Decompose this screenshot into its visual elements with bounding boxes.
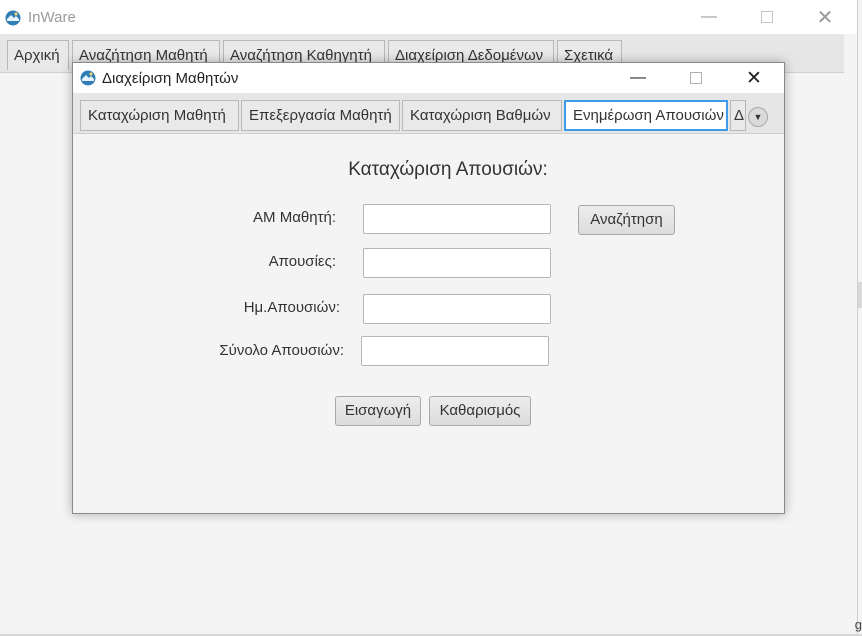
absence-date-label: Ημ.Απουσιών: xyxy=(243,299,340,316)
tab-home[interactable]: Αρχική xyxy=(7,40,69,70)
edge-text-fragment: g xyxy=(854,617,862,632)
total-absences-field[interactable] xyxy=(361,336,549,366)
total-absences-label: Σύνολο Απουσιών: xyxy=(219,342,344,359)
close-icon: ✕ xyxy=(746,67,762,89)
tab-register-grades[interactable]: Καταχώριση Βαθμών xyxy=(402,100,562,131)
close-button[interactable]: ✕ xyxy=(802,0,848,34)
student-id-label: ΑΜ Μαθητή: xyxy=(253,209,336,226)
maximize-icon xyxy=(690,72,702,84)
dialog-title: Διαχείριση Μαθητών xyxy=(102,70,239,87)
main-titlebar[interactable]: InWare — ✕ xyxy=(0,0,857,34)
insert-button[interactable]: Εισαγωγή xyxy=(335,396,421,426)
minimize-icon: — xyxy=(701,8,717,25)
dialog-maximize-button[interactable] xyxy=(673,63,719,93)
app-title: InWare xyxy=(28,9,76,26)
dialog-close-button[interactable]: ✕ xyxy=(731,63,777,93)
scrollbar-thumb[interactable] xyxy=(858,282,862,308)
tab-overflow-partial[interactable]: Δ xyxy=(730,100,746,131)
student-id-field[interactable] xyxy=(363,204,551,234)
tab-register-student[interactable]: Καταχώριση Μαθητή xyxy=(80,100,239,131)
dialog-titlebar[interactable]: Διαχείριση Μαθητών — ✕ xyxy=(73,63,784,93)
close-icon: ✕ xyxy=(816,6,834,29)
absence-date-field[interactable] xyxy=(363,294,551,324)
clear-button[interactable]: Καθαρισμός xyxy=(429,396,531,426)
inware-logo-icon xyxy=(5,10,21,26)
dialog-minimize-button[interactable]: — xyxy=(615,63,661,93)
inware-logo-icon xyxy=(80,70,96,86)
form-title: Καταχώριση Απουσιών: xyxy=(348,159,548,180)
minimize-icon: — xyxy=(630,69,646,86)
maximize-icon xyxy=(761,11,773,23)
absences-label: Απουσίες: xyxy=(268,253,336,270)
chevron-down-icon: ▼ xyxy=(753,112,763,122)
dialog-tab-bar: Καταχώριση Μαθητή Επεξεργασία Μαθητή Κατ… xyxy=(73,93,784,134)
student-management-dialog: Διαχείριση Μαθητών — ✕ Καταχώριση Μαθητή… xyxy=(72,62,785,514)
search-button[interactable]: Αναζήτηση xyxy=(578,205,675,235)
minimize-button[interactable]: — xyxy=(686,0,732,34)
tab-overflow-button[interactable]: ▼ xyxy=(748,107,768,127)
absences-field[interactable] xyxy=(363,248,551,278)
maximize-button[interactable] xyxy=(744,0,790,34)
tab-update-absences[interactable]: Ενημέρωση Απουσιών xyxy=(564,100,728,131)
tab-edit-student[interactable]: Επεξεργασία Μαθητή xyxy=(241,100,400,131)
